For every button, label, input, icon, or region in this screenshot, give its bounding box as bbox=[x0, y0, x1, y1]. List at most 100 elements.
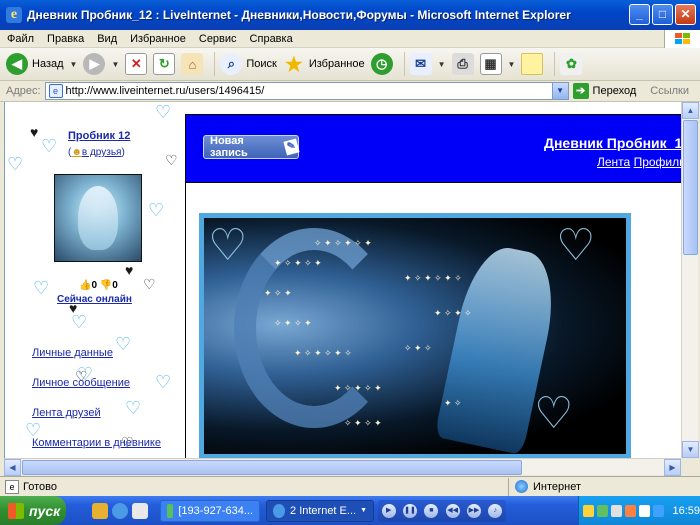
menu-tools[interactable]: Сервис bbox=[192, 33, 243, 45]
taskbar: пуск [193-927-634... 2 Internet E... ▼ ▶… bbox=[0, 496, 700, 525]
tray-icon[interactable] bbox=[583, 504, 595, 517]
links-button[interactable]: Ссылки bbox=[650, 85, 689, 97]
horizontal-scrollbar[interactable]: ◀ ▶ bbox=[4, 458, 681, 476]
refresh-button[interactable]: ↻ bbox=[153, 53, 176, 75]
new-post-button[interactable]: Новая запись ✎ bbox=[203, 135, 300, 159]
quick-launch-icon[interactable] bbox=[92, 502, 108, 519]
previous-icon[interactable]: ◀◀ bbox=[445, 503, 460, 518]
post-image: ♡ ♡ ♡ ✦ ✧ ✦ ✧ ✦ ✧ ✦ ✧ ✦ ✧ ✦ ✦ ✧ ✦ ✦ ✧ ✦ … bbox=[199, 213, 631, 458]
minimize-button[interactable]: _ bbox=[629, 4, 650, 25]
discuss-button[interactable] bbox=[521, 53, 544, 75]
history-button[interactable]: ◷ bbox=[370, 53, 393, 75]
status-bar: e Готово Интернет bbox=[0, 476, 700, 496]
link-diary-comments[interactable]: Комментарии в дневнике bbox=[32, 437, 161, 449]
tray-icon[interactable] bbox=[597, 504, 609, 517]
tray-icon[interactable] bbox=[653, 504, 665, 517]
heart-decoration-icon: ♡ bbox=[155, 372, 172, 392]
close-button[interactable]: ✕ bbox=[675, 4, 696, 25]
link-private-message[interactable]: Личное сообщение bbox=[32, 377, 130, 389]
menu-help[interactable]: Справка bbox=[243, 33, 299, 45]
security-zone: Интернет bbox=[508, 477, 581, 496]
stop-media-icon[interactable]: ■ bbox=[424, 503, 439, 518]
thumbs-up-icon[interactable]: 👍 bbox=[79, 280, 91, 291]
favorites-button[interactable]: ★ Избранное bbox=[283, 53, 365, 76]
stop-button[interactable]: ✕ bbox=[125, 53, 148, 75]
tab-profile[interactable]: Профиль bbox=[634, 155, 681, 169]
tab-feed[interactable]: Лента bbox=[597, 155, 630, 169]
menu-file[interactable]: Файл bbox=[0, 33, 40, 45]
ie-quick-icon[interactable] bbox=[112, 502, 128, 519]
avatar-figure bbox=[78, 186, 118, 250]
menu-view[interactable]: Вид bbox=[90, 33, 123, 45]
go-label: Переход bbox=[592, 85, 637, 97]
edit-dropdown-icon[interactable]: ▼ bbox=[508, 60, 516, 69]
go-arrow-icon: ➔ bbox=[572, 83, 589, 99]
start-button[interactable]: пуск bbox=[0, 496, 66, 525]
play-icon[interactable]: ▶ bbox=[381, 503, 396, 518]
star-icon: ★ bbox=[284, 53, 303, 76]
menu-edit[interactable]: Правка bbox=[40, 33, 90, 45]
print-button[interactable]: ⎙ bbox=[451, 53, 474, 75]
mail-dropdown-icon[interactable]: ▼ bbox=[438, 60, 446, 69]
ie-task-icon bbox=[273, 503, 286, 518]
diary-header: Новая запись ✎ Дневник Пробник_1 Лента П… bbox=[185, 114, 681, 182]
address-label: Адрес: bbox=[6, 85, 41, 97]
menu-favorites[interactable]: Избранное bbox=[123, 33, 192, 45]
address-url[interactable]: http://www.liveinternet.ru/users/1496415… bbox=[66, 85, 552, 97]
mail-button[interactable]: ✉ ▼ bbox=[409, 53, 446, 75]
home-button[interactable]: ⌂ bbox=[181, 53, 204, 75]
plus-count: 0 bbox=[91, 280, 98, 291]
add-friend-link[interactable]: (☻в друзья) bbox=[68, 147, 125, 158]
back-dropdown-icon[interactable]: ▼ bbox=[70, 60, 78, 69]
scroll-down-icon[interactable]: ▼ bbox=[682, 441, 699, 458]
forward-dropdown-icon[interactable]: ▼ bbox=[111, 60, 119, 69]
link-friends-feed[interactable]: Лента друзей bbox=[32, 407, 101, 419]
clock[interactable]: 16:59 bbox=[672, 505, 700, 517]
address-dropdown-icon[interactable]: ▼ bbox=[551, 83, 568, 99]
horizontal-scroll-thumb[interactable] bbox=[22, 460, 522, 475]
tray-icon[interactable] bbox=[639, 504, 651, 517]
media-quick-icon[interactable] bbox=[132, 502, 148, 519]
toolbar-separator bbox=[403, 52, 405, 76]
page-icon: e bbox=[48, 84, 63, 98]
address-bar: Адрес: e http://www.liveinternet.ru/user… bbox=[0, 81, 700, 102]
heart-decoration-icon: ♥ bbox=[30, 124, 39, 140]
thumbs-down-icon[interactable]: 👎 bbox=[100, 280, 112, 291]
zone-label: Интернет bbox=[533, 480, 581, 493]
messenger-button[interactable]: ✿ bbox=[560, 53, 583, 75]
scroll-right-icon[interactable]: ▶ bbox=[664, 459, 681, 476]
maximize-button[interactable]: □ bbox=[652, 4, 673, 25]
heart-decoration-icon: ♥ bbox=[125, 262, 134, 278]
address-input[interactable]: e http://www.liveinternet.ru/users/14964… bbox=[44, 82, 569, 100]
search-button[interactable]: ⌕ Поиск bbox=[220, 53, 277, 75]
sparkle-icon: ✧ ✦ ✧ ✦ bbox=[344, 418, 382, 428]
pause-icon[interactable]: ❚❚ bbox=[402, 503, 417, 518]
username-link[interactable]: Пробник 12 bbox=[68, 130, 130, 142]
taskbar-item-chat[interactable]: [193-927-634... bbox=[160, 499, 260, 522]
volume-icon[interactable]: ♪ bbox=[488, 503, 503, 518]
forward-button[interactable]: ▶ ▼ bbox=[83, 53, 119, 75]
window-controls: _ □ ✕ bbox=[629, 4, 696, 25]
diary-main: Новая запись ✎ Дневник Пробник_1 Лента П… bbox=[185, 114, 681, 458]
heart-outline-icon: ♡ bbox=[556, 221, 596, 270]
vertical-scrollbar[interactable]: ▲ ▼ bbox=[681, 102, 699, 458]
next-icon[interactable]: ▶▶ bbox=[466, 503, 481, 518]
diary-title[interactable]: Дневник Пробник_1 bbox=[544, 135, 681, 151]
tray-icon[interactable] bbox=[611, 504, 623, 517]
vertical-scroll-thumb[interactable] bbox=[683, 120, 698, 255]
sparkle-icon: ✧ ✦ ✧ bbox=[404, 343, 432, 353]
forward-arrow-icon: ▶ bbox=[83, 53, 106, 75]
chat-app-icon bbox=[167, 503, 174, 518]
sparkle-icon: ✧ ✦ ✧ ✦ bbox=[274, 318, 312, 328]
go-button[interactable]: ➔ Переход bbox=[572, 83, 637, 99]
edit-button[interactable]: ▦ ▼ bbox=[479, 53, 516, 75]
back-label: Назад bbox=[32, 58, 64, 70]
link-personal-data[interactable]: Личные данные bbox=[32, 347, 113, 359]
avatar[interactable] bbox=[54, 174, 142, 262]
back-button[interactable]: ◀ Назад ▼ bbox=[6, 53, 77, 75]
taskbar-item-ie[interactable]: 2 Internet E... ▼ bbox=[266, 499, 374, 522]
scroll-left-icon[interactable]: ◀ bbox=[4, 459, 21, 476]
tray-icon[interactable] bbox=[625, 504, 637, 517]
scroll-up-icon[interactable]: ▲ bbox=[682, 102, 699, 119]
online-status: Сейчас онлайн bbox=[57, 294, 132, 305]
